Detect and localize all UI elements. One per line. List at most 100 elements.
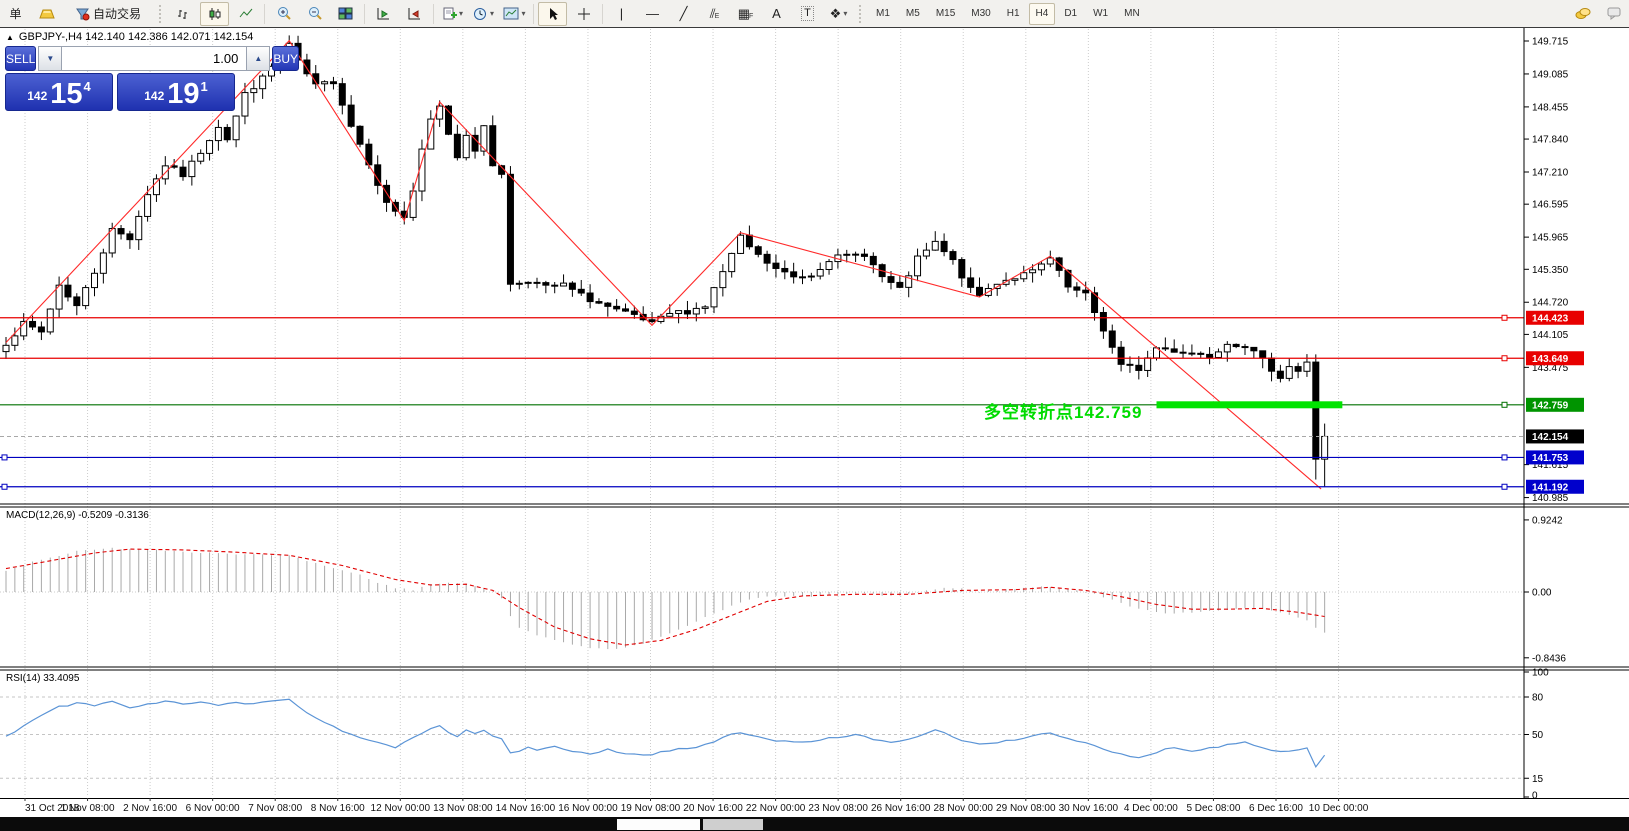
time-axis-label: 19 Nov 08:00 xyxy=(621,803,681,814)
level-handle[interactable] xyxy=(2,455,7,460)
label-tool-button[interactable]: T xyxy=(793,2,822,26)
timeframe-button-mn[interactable]: MN xyxy=(1117,3,1147,25)
candle-body xyxy=(1189,353,1195,354)
gold-ingot-icon[interactable] xyxy=(32,2,61,26)
chart-canvas[interactable]: 149.715149.085148.455147.840147.210146.5… xyxy=(0,0,1629,831)
macd-indicator-label: MACD(12,26,9) -0.5209 -0.3136 xyxy=(6,510,149,521)
timeframe-button-m30[interactable]: M30 xyxy=(964,3,997,25)
autotrading-icon xyxy=(75,7,90,21)
buy-price-button[interactable]: 142 19 1 xyxy=(117,73,235,111)
tile-windows-button[interactable] xyxy=(331,2,360,26)
sell-price-button[interactable]: 142 15 4 xyxy=(5,73,113,111)
candle-body xyxy=(1313,362,1319,459)
chart-shift-button[interactable] xyxy=(400,2,429,26)
candle-body xyxy=(959,260,965,278)
zoom-out-icon xyxy=(307,6,323,21)
price-axis-label: 145.965 xyxy=(1532,233,1569,244)
candle-body xyxy=(1286,367,1292,379)
volume-input[interactable] xyxy=(62,46,246,71)
candle-body xyxy=(596,302,602,304)
cursor-button[interactable] xyxy=(538,2,567,26)
level-handle[interactable] xyxy=(1502,484,1507,489)
autotrading-button[interactable]: 自动交易 xyxy=(63,2,153,26)
timeframe-button-m5[interactable]: M5 xyxy=(899,3,927,25)
candle-body xyxy=(454,134,460,157)
bar-chart-button[interactable] xyxy=(169,2,198,26)
rsi-axis-label: 0 xyxy=(1532,791,1538,802)
volume-decrease-button[interactable]: ▼ xyxy=(38,46,62,71)
candle-body xyxy=(1295,367,1301,372)
buy-price-big: 19 xyxy=(167,81,199,108)
chat-icon xyxy=(1607,7,1621,20)
auto-scroll-icon xyxy=(376,7,391,21)
candle-body xyxy=(932,241,938,250)
timeframe-button-m1[interactable]: M1 xyxy=(869,3,897,25)
candlestick-chart-button[interactable] xyxy=(200,2,229,26)
trendline-button[interactable]: ╱ xyxy=(669,2,698,26)
level-badge-label: 141.753 xyxy=(1532,453,1569,464)
level-handle[interactable] xyxy=(1502,455,1507,460)
help-button[interactable] xyxy=(1599,2,1628,26)
crosshair-button[interactable] xyxy=(569,2,598,26)
candle-body xyxy=(118,229,124,234)
candle-body xyxy=(1083,290,1089,293)
level-handle[interactable] xyxy=(2,484,7,489)
zoom-out-button[interactable] xyxy=(300,2,329,26)
line-chart-icon xyxy=(239,7,253,21)
candle-body xyxy=(207,141,213,154)
level-handle[interactable] xyxy=(1502,315,1507,320)
candle-body xyxy=(1145,358,1151,371)
volume-increase-button[interactable]: ▲ xyxy=(246,46,270,71)
toolbar-separator xyxy=(533,4,534,24)
timeframe-button-h1[interactable]: H1 xyxy=(1000,3,1027,25)
periods-button[interactable]: ▾ xyxy=(469,2,498,26)
arrows-tool-button[interactable]: ❖ ▾ xyxy=(824,2,853,26)
candle-body xyxy=(800,277,806,278)
time-axis-label: 14 Nov 16:00 xyxy=(496,803,556,814)
equidistant-channel-button[interactable]: ⫽ E xyxy=(700,2,729,26)
timeframe-button-h4[interactable]: H4 xyxy=(1029,3,1056,25)
indicators-button[interactable]: ▾ xyxy=(438,2,467,26)
sell-button[interactable]: SELL xyxy=(5,46,36,71)
line-chart-button[interactable] xyxy=(231,2,260,26)
timeframe-button-m15[interactable]: M15 xyxy=(929,3,962,25)
auto-scroll-button[interactable] xyxy=(369,2,398,26)
collapse-panel-icon[interactable]: ▲ xyxy=(6,33,14,42)
text-tool-button[interactable]: A xyxy=(762,2,791,26)
dropdown-caret-icon: ▾ xyxy=(521,9,525,18)
toolbar-drag-handle[interactable] xyxy=(159,5,165,23)
timeframe-button-d1[interactable]: D1 xyxy=(1057,3,1084,25)
fibonacci-button[interactable]: ▦ F xyxy=(731,2,760,26)
level-badge-label: 143.649 xyxy=(1532,354,1569,365)
new-order-button[interactable]: 单 xyxy=(1,2,30,26)
zoom-in-button[interactable] xyxy=(269,2,298,26)
time-axis-label: 22 Nov 00:00 xyxy=(746,803,806,814)
candle-body xyxy=(897,282,903,287)
toolbar-separator xyxy=(264,4,265,24)
candle-body xyxy=(755,247,761,255)
candle-body xyxy=(339,84,345,105)
timeframe-button-w1[interactable]: W1 xyxy=(1086,3,1115,25)
level-handle[interactable] xyxy=(1502,402,1507,407)
candle-body xyxy=(1038,264,1044,270)
horizontal-line-icon: — xyxy=(646,7,659,20)
candle-body xyxy=(1304,362,1310,371)
deposit-button[interactable] xyxy=(1568,2,1597,26)
pivot-annotation-text[interactable]: 多空转折点142.759 xyxy=(984,398,1142,423)
level-handle[interactable] xyxy=(1502,356,1507,361)
sell-price-big: 15 xyxy=(50,81,82,108)
rsi-axis-label: 15 xyxy=(1532,774,1544,785)
fibonacci-letter: F xyxy=(749,13,753,20)
macd-axis-label: -0.8436 xyxy=(1532,653,1566,664)
candle-body xyxy=(614,306,620,309)
horizontal-line-button[interactable]: — xyxy=(638,2,667,26)
autotrading-label: 自动交易 xyxy=(93,5,141,22)
candle-body xyxy=(516,283,522,284)
buy-button[interactable]: BUY xyxy=(272,46,299,71)
toolbar-drag-handle[interactable] xyxy=(859,5,865,23)
time-axis-label: 6 Dec 16:00 xyxy=(1249,803,1303,814)
pivot-thick-segment[interactable] xyxy=(1157,401,1343,408)
candle-body xyxy=(30,321,36,327)
vertical-line-button[interactable]: | xyxy=(607,2,636,26)
templates-button[interactable]: ▾ xyxy=(500,2,529,26)
